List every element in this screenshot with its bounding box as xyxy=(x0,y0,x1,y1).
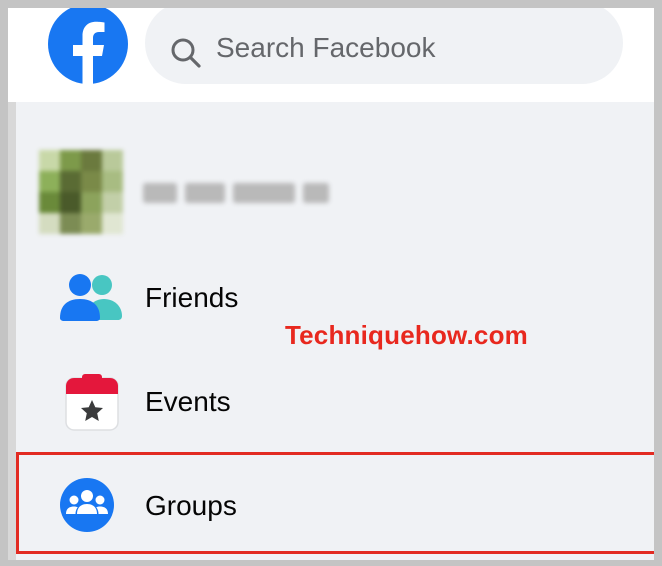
search-placeholder: Search Facebook xyxy=(216,32,436,63)
screenshot-frame: Search Facebook Friends Events Groups Te… xyxy=(0,0,662,566)
sidebar-item-profile[interactable] xyxy=(16,102,654,234)
search-icon xyxy=(171,38,201,68)
avatar xyxy=(39,150,123,234)
friends-icon xyxy=(60,274,122,321)
groups-highlight-box xyxy=(16,452,654,554)
profile-name-blurred xyxy=(143,183,329,203)
facebook-logo-icon[interactable] xyxy=(48,4,128,84)
watermark-text: Techniquehow.com xyxy=(285,320,528,350)
left-edge xyxy=(8,102,16,560)
top-bar: Search Facebook xyxy=(8,8,654,103)
sidebar-item-events[interactable]: Events xyxy=(16,354,654,454)
search-bar[interactable]: Search Facebook xyxy=(145,8,623,84)
sidebar-item-label: Events xyxy=(145,386,231,417)
sidebar-item-label: Friends xyxy=(145,282,239,313)
calendar-star-icon xyxy=(65,374,119,431)
